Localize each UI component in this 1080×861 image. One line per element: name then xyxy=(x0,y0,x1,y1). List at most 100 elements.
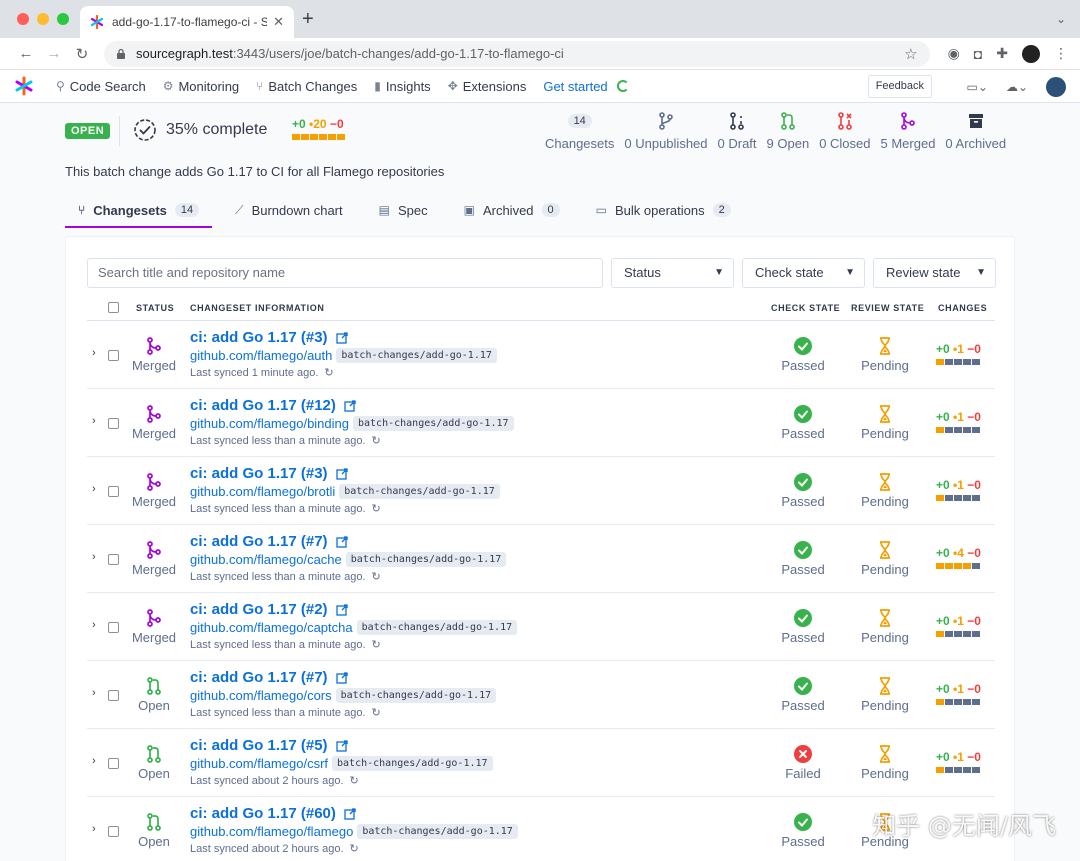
profile-avatar[interactable] xyxy=(1022,44,1040,63)
tab-changesets[interactable]: ⑂ Changesets 14 xyxy=(65,194,213,228)
changeset-title-link[interactable]: ci: add Go 1.17 (#3) xyxy=(190,465,328,482)
reload-icon[interactable]: ↻ xyxy=(68,45,96,63)
repo-link[interactable]: github.com/flamego/brotli xyxy=(190,484,335,499)
changeset-title-link[interactable]: ci: add Go 1.17 (#2) xyxy=(190,601,328,618)
maximize-window-button[interactable] xyxy=(57,13,69,25)
table-row[interactable]: › Merged ci: add Go 1.17 (#7) github.com… xyxy=(87,525,995,593)
repo-link[interactable]: github.com/flamego/csrf xyxy=(190,756,328,771)
expand-chevron-icon[interactable]: › xyxy=(92,415,96,427)
row-checkbox[interactable] xyxy=(108,554,119,565)
tab-search-chevron-icon[interactable]: ⌄ xyxy=(1056,12,1066,26)
changeset-title-link[interactable]: ci: add Go 1.17 (#7) xyxy=(190,669,328,686)
expand-chevron-icon[interactable]: › xyxy=(92,483,96,495)
extension-globe-icon[interactable]: ◉ xyxy=(948,45,960,62)
external-link-icon[interactable] xyxy=(335,603,348,616)
sync-icon[interactable]: ↻ xyxy=(372,434,381,447)
minimize-window-button[interactable] xyxy=(37,13,49,25)
url-field[interactable]: sourcegraph.test:3443/users/joe/batch-ch… xyxy=(104,40,930,67)
check-state-select[interactable]: Check state ▼ xyxy=(742,258,865,288)
repo-link[interactable]: github.com/flamego/cache xyxy=(190,552,342,567)
row-checkbox[interactable] xyxy=(108,826,119,837)
expand-chevron-icon[interactable]: › xyxy=(92,755,96,767)
external-link-icon[interactable] xyxy=(344,399,356,412)
row-checkbox[interactable] xyxy=(108,622,119,633)
status-select[interactable]: Status ▼ xyxy=(611,258,734,288)
select-all-checkbox[interactable] xyxy=(108,302,119,313)
tab-label: Burndown chart xyxy=(251,202,343,218)
nav-insights[interactable]: ▮ Insights xyxy=(374,79,430,94)
diff-deleted: −0 xyxy=(967,478,981,492)
external-link-icon[interactable] xyxy=(335,739,348,752)
changeset-title-link[interactable]: ci: add Go 1.17 (#5) xyxy=(190,737,328,754)
table-row[interactable]: › Merged ci: add Go 1.17 (#3) github.com… xyxy=(87,321,995,389)
sync-icon[interactable]: ↻ xyxy=(372,570,381,583)
repo-link[interactable]: github.com/flamego/captcha xyxy=(190,620,353,635)
expand-chevron-icon[interactable]: › xyxy=(92,619,96,631)
diff-added: +0 xyxy=(292,117,306,131)
table-row[interactable]: › Merged ci: add Go 1.17 (#3) github.com… xyxy=(87,457,995,525)
row-checkbox[interactable] xyxy=(108,758,119,769)
changeset-title-link[interactable]: ci: add Go 1.17 (#12) xyxy=(190,397,336,414)
close-window-button[interactable] xyxy=(17,13,29,25)
sync-icon[interactable]: ↻ xyxy=(350,842,359,855)
tab-bulk-operations[interactable]: ▭ Bulk operations 2 xyxy=(583,194,744,226)
repo-link[interactable]: github.com/flamego/binding xyxy=(190,416,349,431)
changeset-title-link[interactable]: ci: add Go 1.17 (#3) xyxy=(190,329,328,346)
search-input[interactable]: Search title and repository name xyxy=(87,258,603,288)
repo-link[interactable]: github.com/flamego/flamego xyxy=(190,824,353,839)
expand-chevron-icon[interactable]: › xyxy=(92,347,96,359)
get-started-link[interactable]: Get started xyxy=(543,79,629,94)
table-row[interactable]: › Merged ci: add Go 1.17 (#12) github.co… xyxy=(87,389,995,457)
row-checkbox[interactable] xyxy=(108,486,119,497)
extensions-puzzle-icon[interactable]: ✚ xyxy=(996,45,1008,62)
nav-code-search[interactable]: ⚲ Code Search xyxy=(56,79,146,94)
sourcegraph-logo-icon[interactable] xyxy=(14,76,34,96)
repo-link[interactable]: github.com/flamego/cors xyxy=(190,688,332,703)
changeset-title-link[interactable]: ci: add Go 1.17 (#60) xyxy=(190,805,336,822)
changeset-title-link[interactable]: ci: add Go 1.17 (#7) xyxy=(190,533,328,550)
forward-arrow-icon[interactable]: → xyxy=(40,45,68,62)
row-checkbox[interactable] xyxy=(108,350,119,361)
table-row[interactable]: › Open ci: add Go 1.17 (#7) github.com/f… xyxy=(87,661,995,729)
tab-label: Bulk operations xyxy=(615,202,705,218)
cloud-status-icon[interactable]: ☁⌄ xyxy=(1006,80,1028,94)
browser-tab[interactable]: add-go-1.17-to-flamego-ci - So ✕ xyxy=(80,6,294,38)
terminal-icon[interactable]: ▭⌄ xyxy=(967,80,988,94)
external-link-icon[interactable] xyxy=(335,535,348,548)
browser-menu-icon[interactable]: ⋮ xyxy=(1054,45,1068,62)
tab-archived[interactable]: ▣ Archived 0 xyxy=(451,194,573,226)
tab-burndown-chart[interactable]: ⟋ Burndown chart xyxy=(222,194,355,226)
pocket-icon[interactable]: ◘ xyxy=(974,46,982,62)
expand-chevron-icon[interactable]: › xyxy=(92,823,96,835)
nav-monitoring[interactable]: ⚙ Monitoring xyxy=(163,79,239,94)
sync-icon[interactable]: ↻ xyxy=(372,706,381,719)
sync-icon[interactable]: ↻ xyxy=(372,502,381,515)
sync-icon[interactable]: ↻ xyxy=(350,774,359,787)
nav-extensions[interactable]: ✥ Extensions xyxy=(448,79,527,94)
new-tab-button[interactable]: + xyxy=(302,9,314,29)
bookmark-star-icon[interactable]: ☆ xyxy=(904,45,917,63)
last-synced-text: Last synced less than a minute ago. xyxy=(190,502,366,515)
expand-chevron-icon[interactable]: › xyxy=(92,687,96,699)
sync-icon[interactable]: ↻ xyxy=(372,638,381,651)
external-link-icon[interactable] xyxy=(335,671,348,684)
row-checkbox[interactable] xyxy=(108,418,119,429)
back-arrow-icon[interactable]: ← xyxy=(12,45,40,62)
table-row[interactable]: › Open ci: add Go 1.17 (#5) github.com/f… xyxy=(87,729,995,797)
nav-batch-changes[interactable]: ⑂ Batch Changes xyxy=(256,79,357,94)
external-link-icon[interactable] xyxy=(335,467,348,480)
repo-link[interactable]: github.com/flamego/auth xyxy=(190,348,332,363)
feedback-button[interactable]: Feedback xyxy=(867,75,932,98)
tab-spec[interactable]: ▤ Spec xyxy=(366,194,441,226)
close-tab-icon[interactable]: ✕ xyxy=(273,14,284,30)
table-row[interactable]: › Merged ci: add Go 1.17 (#2) github.com… xyxy=(87,593,995,661)
sync-icon[interactable]: ↻ xyxy=(324,366,333,379)
external-link-icon[interactable] xyxy=(344,807,356,820)
table-row[interactable]: › Open ci: add Go 1.17 (#60) github.com/… xyxy=(87,797,995,861)
user-avatar[interactable] xyxy=(1046,77,1066,97)
url-host: sourcegraph.test xyxy=(136,46,233,61)
review-state-select[interactable]: Review state ▼ xyxy=(873,258,996,288)
expand-chevron-icon[interactable]: › xyxy=(92,551,96,563)
external-link-icon[interactable] xyxy=(335,331,348,344)
row-checkbox[interactable] xyxy=(108,690,119,701)
